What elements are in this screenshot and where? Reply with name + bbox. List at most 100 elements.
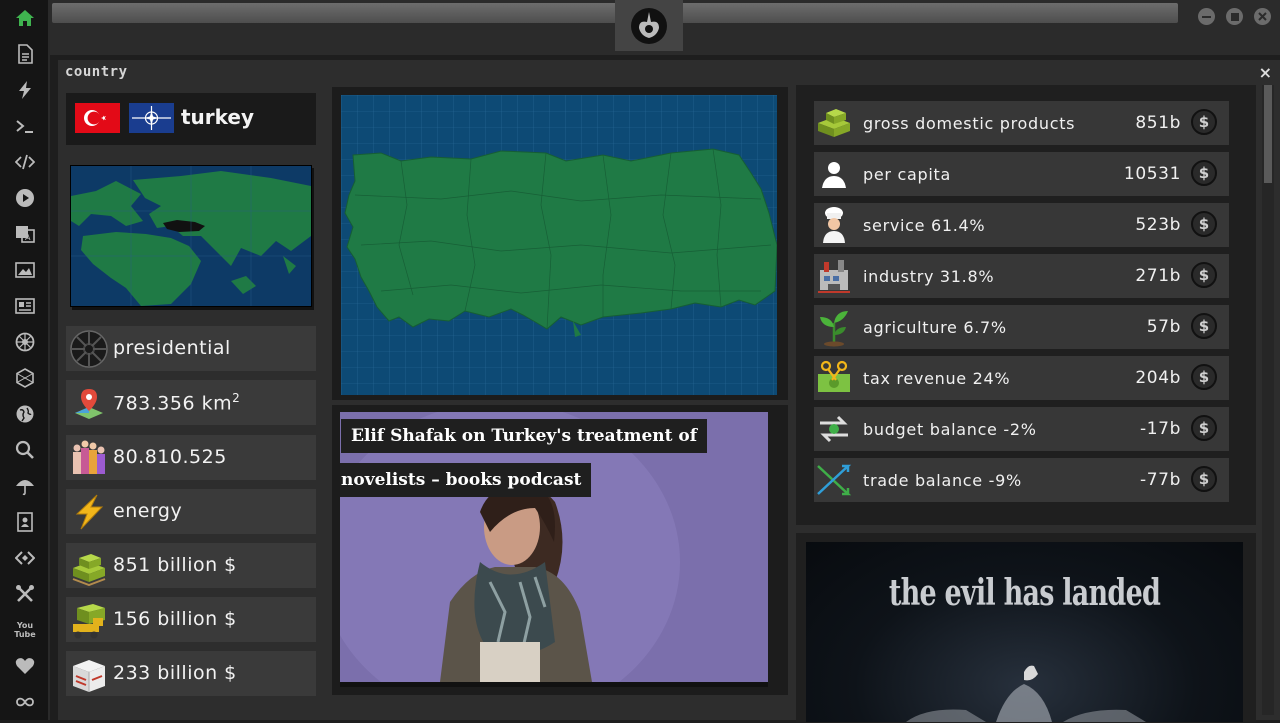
dollar-coin-icon[interactable]: $ xyxy=(1191,466,1217,492)
document-icon[interactable] xyxy=(13,42,37,66)
dollar-coin-icon[interactable]: $ xyxy=(1191,262,1217,288)
econ-label-industry: industry 31.8% xyxy=(863,267,995,286)
country-header: turkey xyxy=(66,93,316,145)
search-icon[interactable] xyxy=(13,438,37,462)
stat-government: presidential xyxy=(66,326,316,371)
youtube-icon[interactable]: You Tube xyxy=(13,618,37,642)
code-icon[interactable] xyxy=(13,150,37,174)
newspaper-icon[interactable] xyxy=(13,294,37,318)
lightning-icon[interactable] xyxy=(13,78,37,102)
person-icon xyxy=(814,154,854,194)
dollar-coin-icon[interactable]: $ xyxy=(1191,364,1217,390)
poster-panel: the evil has landed xyxy=(796,533,1256,723)
econ-label-gdp: gross domestic products xyxy=(863,114,1076,133)
news-panel: Elif Shafak on Turkey's treatment of nov… xyxy=(332,405,788,695)
world-minimap-graphic xyxy=(71,166,311,306)
turkey-map-graphic xyxy=(341,95,778,395)
area-number: 783.356 km xyxy=(113,392,233,415)
terminal-icon[interactable] xyxy=(13,114,37,138)
money-stack-icon xyxy=(69,546,109,587)
econ-value-service: 523b xyxy=(1135,215,1181,235)
diamond-code-icon[interactable] xyxy=(13,546,37,570)
poster-graphic xyxy=(906,665,1146,722)
econ-label-service: service 61.4% xyxy=(863,216,986,235)
balance-arrows-icon xyxy=(814,409,854,449)
news-image[interactable]: Elif Shafak on Turkey's treatment of nov… xyxy=(340,412,768,682)
dollar-coin-icon[interactable]: $ xyxy=(1191,415,1217,441)
imports-value: 233 billion $ xyxy=(113,662,237,684)
globe-icon[interactable] xyxy=(13,402,37,426)
area-value: 783.356 km2 xyxy=(113,391,240,414)
translate-icon[interactable]: A xyxy=(13,222,37,246)
econ-value-gdp: 851b xyxy=(1135,113,1181,133)
scrollbar-thumb[interactable] xyxy=(1264,85,1272,183)
econ-value-industry: 271b xyxy=(1135,266,1181,286)
dollar-coin-icon[interactable]: $ xyxy=(1191,211,1217,237)
econ-value-budget-balance: -17b xyxy=(1140,419,1181,439)
dollar-coin-icon[interactable]: $ xyxy=(1191,109,1217,135)
right-scrollbar[interactable] xyxy=(1262,85,1274,715)
top-bar xyxy=(50,0,1280,55)
stat-exports: 156 billion $ xyxy=(66,597,316,642)
country-map[interactable] xyxy=(341,95,778,395)
stat-population: 80.810.525 xyxy=(66,435,316,480)
empire-icon[interactable] xyxy=(13,330,37,354)
population-value: 80.810.525 xyxy=(113,446,227,468)
umbrella-icon[interactable] xyxy=(13,474,37,498)
close-panel-button[interactable]: × xyxy=(1259,63,1272,82)
factory-icon xyxy=(814,256,854,296)
econ-row-service[interactable]: service 61.4% 523b $ xyxy=(814,203,1229,247)
econ-row-tax-revenue[interactable]: tax revenue 24% 204b $ xyxy=(814,356,1229,400)
news-headline-line2[interactable]: novelists – books podcast xyxy=(340,463,592,497)
stat-energy[interactable]: energy xyxy=(66,489,316,534)
chef-icon xyxy=(814,205,854,245)
window-title: country xyxy=(65,64,128,80)
tax-icon xyxy=(814,358,854,398)
maximize-button[interactable] xyxy=(1226,8,1243,25)
heart-icon[interactable] xyxy=(13,654,37,678)
image-icon[interactable] xyxy=(13,258,37,282)
rebel-alliance-emblem[interactable] xyxy=(615,0,683,51)
econ-row-trade-balance[interactable]: trade balance -9% -77b $ xyxy=(814,458,1229,502)
stat-area: 783.356 km2 xyxy=(66,380,316,425)
econ-row-gdp[interactable]: gross domestic products 851b $ xyxy=(814,101,1229,145)
econ-label-budget-balance: budget balance -2% xyxy=(863,420,1037,439)
econ-value-agriculture: 57b xyxy=(1146,317,1181,337)
econ-row-agriculture[interactable]: agriculture 6.7% 57b $ xyxy=(814,305,1229,349)
econ-label-tax-revenue: tax revenue 24% xyxy=(863,369,1011,388)
play-icon[interactable] xyxy=(13,186,37,210)
economy-panel: gross domestic products 851b $ per capit… xyxy=(796,85,1256,525)
exports-value: 156 billion $ xyxy=(113,608,237,630)
government-type: presidential xyxy=(113,337,231,359)
hexagon-icon[interactable] xyxy=(13,366,37,390)
dollar-coin-icon[interactable]: $ xyxy=(1191,313,1217,339)
econ-value-trade-balance: -77b xyxy=(1140,470,1181,490)
contact-card-icon[interactable] xyxy=(13,510,37,534)
infinity-icon[interactable] xyxy=(13,690,37,714)
world-minimap[interactable] xyxy=(70,165,312,307)
econ-row-per-capita[interactable]: per capita 10531 $ xyxy=(814,152,1229,196)
plant-icon xyxy=(814,307,854,347)
home-icon[interactable] xyxy=(13,6,37,30)
forklift-money-icon xyxy=(69,600,109,640)
close-window-button[interactable] xyxy=(1254,8,1271,25)
svg-text:A: A xyxy=(25,233,31,242)
tools-icon[interactable] xyxy=(13,582,37,606)
econ-value-tax-revenue: 204b xyxy=(1135,368,1181,388)
country-name: turkey xyxy=(181,105,255,129)
empire-icon xyxy=(69,329,109,369)
econ-row-industry[interactable]: industry 31.8% 271b $ xyxy=(814,254,1229,298)
news-headline-line1[interactable]: Elif Shafak on Turkey's treatment of xyxy=(341,419,708,453)
dollar-coin-icon[interactable]: $ xyxy=(1191,160,1217,186)
gdp-value: 851 billion $ xyxy=(113,554,237,576)
icon-sidebar: A You Tube xyxy=(0,0,50,720)
turkey-flag-icon xyxy=(75,103,120,133)
poster-image[interactable]: the evil has landed xyxy=(806,542,1243,722)
econ-row-budget-balance[interactable]: budget balance -2% -17b $ xyxy=(814,407,1229,451)
econ-label-trade-balance: trade balance -9% xyxy=(863,471,1022,490)
minimize-button[interactable] xyxy=(1198,8,1215,25)
stat-gdp: 851 billion $ xyxy=(66,543,316,588)
econ-label-per-capita: per capita xyxy=(863,165,951,184)
boxes-icon xyxy=(69,654,109,694)
energy-label: energy xyxy=(113,500,183,522)
